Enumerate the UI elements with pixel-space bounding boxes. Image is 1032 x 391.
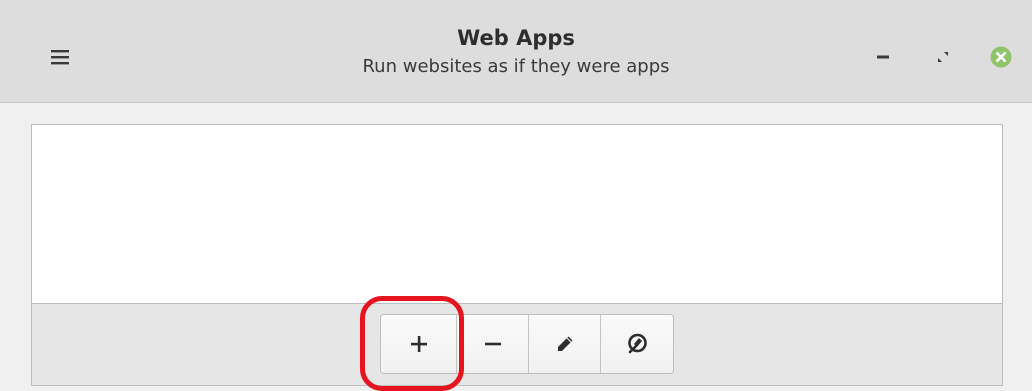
list-toolbar	[31, 303, 1003, 386]
rocket-launch-icon	[628, 333, 647, 354]
close-button[interactable]	[986, 42, 1016, 72]
minimize-button[interactable]	[868, 42, 898, 72]
add-button[interactable]	[381, 315, 457, 373]
launch-button[interactable]	[601, 315, 673, 373]
close-icon	[990, 46, 1012, 68]
edit-button[interactable]	[529, 315, 601, 373]
web-apps-window: Web Apps Run websites as if they were ap…	[0, 0, 1032, 391]
toolbar-button-group	[380, 314, 674, 374]
minimize-icon	[877, 55, 889, 59]
maximize-icon	[938, 52, 948, 62]
minus-icon	[484, 342, 501, 346]
header-bar: Web Apps Run websites as if they were ap…	[0, 0, 1032, 103]
remove-button[interactable]	[457, 315, 529, 373]
web-apps-list[interactable]	[31, 124, 1003, 304]
plus-icon	[410, 336, 427, 352]
pencil-icon	[557, 336, 572, 351]
maximize-button[interactable]	[928, 42, 958, 72]
